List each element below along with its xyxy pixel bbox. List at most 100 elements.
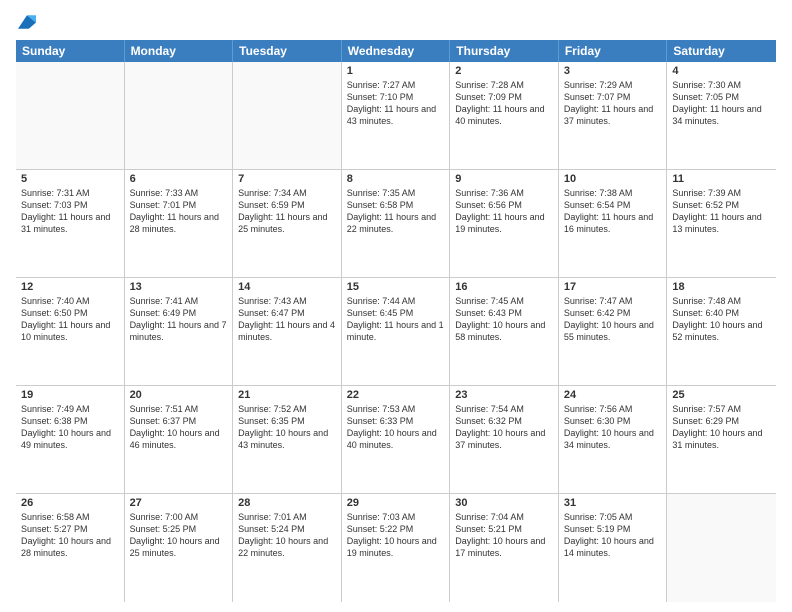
- header: [16, 12, 776, 32]
- day-number: 28: [238, 497, 336, 509]
- header-day-thursday: Thursday: [450, 40, 559, 62]
- logo: [16, 12, 36, 32]
- cal-cell: 18 Sunrise: 7:48 AMSunset: 6:40 PMDayligh…: [667, 278, 776, 385]
- cal-cell: 2 Sunrise: 7:28 AMSunset: 7:09 PMDaylight…: [450, 62, 559, 169]
- cal-cell: 9Sunrise: 7:36 AMSunset: 6:56 PMDaylight…: [450, 170, 559, 277]
- cell-info: Sunrise: 7:57 AMSunset: 6:29 PMDaylight:…: [672, 403, 771, 452]
- cell-info: Sunrise: 7:04 AMSunset: 5:21 PMDaylight:…: [455, 511, 553, 560]
- week-row-3: 12 Sunrise: 7:40 AMSunset: 6:50 PMDayligh…: [16, 278, 776, 386]
- header-day-wednesday: Wednesday: [342, 40, 451, 62]
- day-number: 16: [455, 281, 553, 293]
- cal-cell: [125, 62, 234, 169]
- day-number: 13: [130, 281, 228, 293]
- cell-info: Sunrise: 7:29 AMSunset: 7:07 PMDaylight:…: [564, 79, 662, 128]
- cell-info: Sunrise: 7:48 AMSunset: 6:40 PMDaylight:…: [672, 295, 771, 344]
- cell-info: Sunrise: 7:05 AMSunset: 5:19 PMDaylight:…: [564, 511, 662, 560]
- day-number: 7: [238, 173, 336, 185]
- cal-cell: 13 Sunrise: 7:41 AMSunset: 6:49 PMDayligh…: [125, 278, 234, 385]
- cell-info: Sunrise: 7:43 AMSunset: 6:47 PMDaylight:…: [238, 295, 336, 344]
- cal-cell: 20 Sunrise: 7:51 AMSunset: 6:37 PMDayligh…: [125, 386, 234, 493]
- header-day-sunday: Sunday: [16, 40, 125, 62]
- day-number: 20: [130, 389, 228, 401]
- cal-cell: 19 Sunrise: 7:49 AMSunset: 6:38 PMDayligh…: [16, 386, 125, 493]
- cell-info: Sunrise: 7:34 AMSunset: 6:59 PMDaylight:…: [238, 187, 336, 236]
- cal-cell: 24 Sunrise: 7:56 AMSunset: 6:30 PMDayligh…: [559, 386, 668, 493]
- cell-info: Sunrise: 7:00 AMSunset: 5:25 PMDaylight:…: [130, 511, 228, 560]
- day-number: 9: [455, 173, 553, 185]
- day-number: 25: [672, 389, 771, 401]
- week-row-4: 19 Sunrise: 7:49 AMSunset: 6:38 PMDayligh…: [16, 386, 776, 494]
- cal-cell: 3 Sunrise: 7:29 AMSunset: 7:07 PMDaylight…: [559, 62, 668, 169]
- cal-cell: 28 Sunrise: 7:01 AMSunset: 5:24 PMDayligh…: [233, 494, 342, 602]
- cell-info: Sunrise: 7:45 AMSunset: 6:43 PMDaylight:…: [455, 295, 553, 344]
- cal-cell: 1Sunrise: 7:27 AMSunset: 7:10 PMDaylight…: [342, 62, 451, 169]
- cal-cell: [667, 494, 776, 602]
- week-row-5: 26 Sunrise: 6:58 AMSunset: 5:27 PMDayligh…: [16, 494, 776, 602]
- day-number: 24: [564, 389, 662, 401]
- cal-cell: 29 Sunrise: 7:03 AMSunset: 5:22 PMDayligh…: [342, 494, 451, 602]
- header-day-tuesday: Tuesday: [233, 40, 342, 62]
- cell-info: Sunrise: 7:01 AMSunset: 5:24 PMDaylight:…: [238, 511, 336, 560]
- cal-cell: 7 Sunrise: 7:34 AMSunset: 6:59 PMDaylight…: [233, 170, 342, 277]
- cal-cell: 12 Sunrise: 7:40 AMSunset: 6:50 PMDayligh…: [16, 278, 125, 385]
- calendar: SundayMondayTuesdayWednesdayThursdayFrid…: [16, 40, 776, 602]
- day-number: 30: [455, 497, 553, 509]
- cell-info: Sunrise: 7:51 AMSunset: 6:37 PMDaylight:…: [130, 403, 228, 452]
- cal-cell: 16 Sunrise: 7:45 AMSunset: 6:43 PMDayligh…: [450, 278, 559, 385]
- day-number: 27: [130, 497, 228, 509]
- cell-info: Sunrise: 7:40 AMSunset: 6:50 PMDaylight:…: [21, 295, 119, 344]
- cal-cell: [233, 62, 342, 169]
- week-row-1: 1Sunrise: 7:27 AMSunset: 7:10 PMDaylight…: [16, 62, 776, 170]
- day-number: 26: [21, 497, 119, 509]
- cell-info: Sunrise: 7:49 AMSunset: 6:38 PMDaylight:…: [21, 403, 119, 452]
- header-day-saturday: Saturday: [667, 40, 776, 62]
- cell-info: Sunrise: 7:41 AMSunset: 6:49 PMDaylight:…: [130, 295, 228, 344]
- day-number: 19: [21, 389, 119, 401]
- cal-cell: 25 Sunrise: 7:57 AMSunset: 6:29 PMDayligh…: [667, 386, 776, 493]
- day-number: 29: [347, 497, 445, 509]
- cell-info: Sunrise: 7:03 AMSunset: 5:22 PMDaylight:…: [347, 511, 445, 560]
- day-number: 2: [455, 65, 553, 77]
- logo-icon: [18, 15, 36, 29]
- cal-cell: 11 Sunrise: 7:39 AMSunset: 6:52 PMDayligh…: [667, 170, 776, 277]
- cell-info: Sunrise: 7:47 AMSunset: 6:42 PMDaylight:…: [564, 295, 662, 344]
- cal-cell: 17 Sunrise: 7:47 AMSunset: 6:42 PMDayligh…: [559, 278, 668, 385]
- cell-info: Sunrise: 7:35 AMSunset: 6:58 PMDaylight:…: [347, 187, 445, 236]
- day-number: 12: [21, 281, 119, 293]
- cell-info: Sunrise: 7:30 AMSunset: 7:05 PMDaylight:…: [672, 79, 771, 128]
- header-day-monday: Monday: [125, 40, 234, 62]
- day-number: 15: [347, 281, 445, 293]
- cal-cell: 5Sunrise: 7:31 AMSunset: 7:03 PMDaylight…: [16, 170, 125, 277]
- cal-cell: [16, 62, 125, 169]
- day-number: 18: [672, 281, 771, 293]
- cal-cell: 31Sunrise: 7:05 AMSunset: 5:19 PMDayligh…: [559, 494, 668, 602]
- day-number: 10: [564, 173, 662, 185]
- cell-info: Sunrise: 7:33 AMSunset: 7:01 PMDaylight:…: [130, 187, 228, 236]
- cell-info: Sunrise: 6:58 AMSunset: 5:27 PMDaylight:…: [21, 511, 119, 560]
- cal-cell: 10 Sunrise: 7:38 AMSunset: 6:54 PMDayligh…: [559, 170, 668, 277]
- header-day-friday: Friday: [559, 40, 668, 62]
- cal-cell: 8 Sunrise: 7:35 AMSunset: 6:58 PMDaylight…: [342, 170, 451, 277]
- day-number: 6: [130, 173, 228, 185]
- calendar-body: 1Sunrise: 7:27 AMSunset: 7:10 PMDaylight…: [16, 62, 776, 602]
- cal-cell: 14Sunrise: 7:43 AMSunset: 6:47 PMDayligh…: [233, 278, 342, 385]
- day-number: 11: [672, 173, 771, 185]
- cal-cell: 22Sunrise: 7:53 AMSunset: 6:33 PMDayligh…: [342, 386, 451, 493]
- cal-cell: 30 Sunrise: 7:04 AMSunset: 5:21 PMDayligh…: [450, 494, 559, 602]
- cal-cell: 4Sunrise: 7:30 AMSunset: 7:05 PMDaylight…: [667, 62, 776, 169]
- cell-info: Sunrise: 7:39 AMSunset: 6:52 PMDaylight:…: [672, 187, 771, 236]
- day-number: 8: [347, 173, 445, 185]
- day-number: 22: [347, 389, 445, 401]
- day-number: 23: [455, 389, 553, 401]
- cal-cell: 26 Sunrise: 6:58 AMSunset: 5:27 PMDayligh…: [16, 494, 125, 602]
- cal-cell: 6 Sunrise: 7:33 AMSunset: 7:01 PMDaylight…: [125, 170, 234, 277]
- day-number: 3: [564, 65, 662, 77]
- day-number: 1: [347, 65, 445, 77]
- cell-info: Sunrise: 7:52 AMSunset: 6:35 PMDaylight:…: [238, 403, 336, 452]
- cell-info: Sunrise: 7:56 AMSunset: 6:30 PMDaylight:…: [564, 403, 662, 452]
- cell-info: Sunrise: 7:38 AMSunset: 6:54 PMDaylight:…: [564, 187, 662, 236]
- day-number: 17: [564, 281, 662, 293]
- page: SundayMondayTuesdayWednesdayThursdayFrid…: [0, 0, 792, 612]
- cell-info: Sunrise: 7:28 AMSunset: 7:09 PMDaylight:…: [455, 79, 553, 128]
- day-number: 21: [238, 389, 336, 401]
